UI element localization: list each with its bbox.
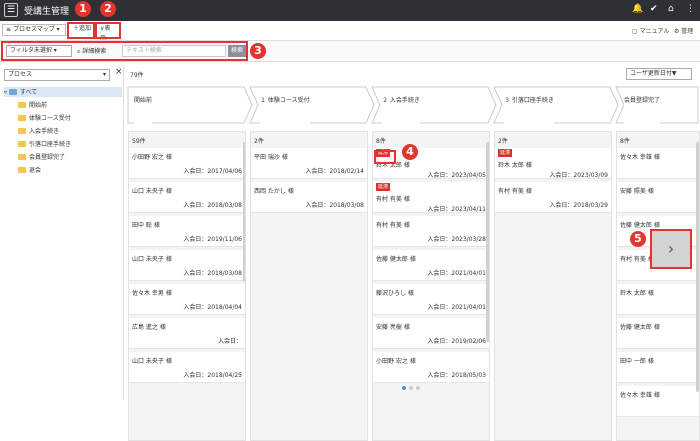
tree-item[interactable]: 開始前 — [18, 100, 47, 109]
student-card[interactable]: 藤沢ひろし 様入会日：2021/04/01 — [373, 284, 489, 315]
tree-item[interactable]: 入会手続き — [18, 126, 59, 135]
highlight-filter — [1, 41, 248, 61]
overdue-badge: 延滞 — [376, 183, 391, 191]
column-count: 8件 — [376, 138, 386, 145]
student-card[interactable]: 田中 一郎 様 — [617, 352, 699, 383]
student-card[interactable]: 小田野 宏之 様入会日：2018/05/03 — [373, 352, 489, 383]
student-card[interactable]: 安藤 照美 様 — [617, 182, 699, 213]
manual-link[interactable]: ▢ マニュアル — [632, 26, 669, 35]
highlight-add — [67, 22, 95, 39]
tree-item-all[interactable]: ▿ すべて — [4, 87, 122, 97]
process-select[interactable]: プロセス ▾ — [4, 69, 110, 81]
student-card[interactable]: 佐藤 健太郎 様入会日：2021/04/01 — [373, 250, 489, 281]
student-card[interactable]: 田中 聡 様入会日：2019/11/06 — [129, 216, 245, 247]
student-card[interactable]: 有村 有美 様入会日：2018/03/29 — [495, 182, 611, 213]
student-card[interactable]: 平田 瑞沙 様入会日：2018/02/14 — [251, 148, 367, 179]
folder-icon — [18, 102, 26, 108]
stage-label: 開始前 — [134, 95, 153, 135]
callout-5: 5 — [630, 231, 646, 247]
scrollbar[interactable] — [696, 142, 699, 392]
highlight-overdue — [374, 150, 396, 164]
kanban-column: 8件 佐々木 幸雄 様 安藤 照美 様 佐藤 健太郎 様 有村 有美 様 鈴木 … — [616, 131, 700, 441]
process-map-icon: ≡ — [6, 26, 13, 33]
check-icon[interactable]: ✔ — [650, 4, 658, 14]
callout-2: 2 — [100, 1, 116, 17]
tree-item[interactable]: 引落口座手続き — [18, 139, 71, 148]
kanban-board: 79件 ユーザ更新日付▼ 開始前 １ 体験コース受付 ２ 入会手続き ３ 引落口… — [126, 65, 700, 441]
student-card[interactable]: 広島 進之 様入会日： — [129, 318, 245, 349]
folder-icon — [8, 89, 17, 95]
column-count: 59件 — [132, 138, 146, 145]
student-card[interactable]: 延滞 有村 有美 様入会日：2023/04/11 — [373, 182, 489, 213]
tree-item[interactable]: 体験コース受付 — [18, 113, 71, 122]
kanban-column: 2件 延滞 鈴木 太郎 様入会日：2023/03/09 有村 有美 様入会日：20… — [494, 131, 612, 441]
overdue-badge: 延滞 — [498, 149, 513, 157]
chevron-down-icon: ▾ — [102, 71, 106, 78]
student-card[interactable]: 西岡 たかし 様入会日：2018/03/08 — [251, 182, 367, 213]
callout-1: 1 — [75, 1, 91, 17]
hamburger-menu-icon[interactable]: ☰ — [4, 3, 18, 17]
highlight-display — [95, 22, 121, 39]
folder-icon — [18, 128, 26, 134]
folder-icon — [18, 141, 26, 147]
process-map-select[interactable]: ≡ プロセスマップ ▾ — [2, 24, 66, 36]
kanban-column: 8件 延滞 鈴木 太郎 様入会日：2023/04/05 延滞 有村 有美 様入会日：… — [372, 131, 490, 441]
process-sidebar: プロセス ▾ × ▿ すべて 開始前 体験コース受付 入会手続き 引落口座手続き … — [0, 65, 124, 400]
student-card[interactable]: 佐々木 幸雄 様 — [617, 386, 699, 417]
folder-icon — [18, 115, 26, 121]
page-title: 受講生管理 — [24, 7, 70, 17]
chevron-right-icon: › — [667, 239, 675, 258]
page-dot[interactable] — [416, 386, 420, 390]
total-count: 79件 — [130, 72, 144, 79]
stage-label: ２ 入会手続き — [382, 95, 420, 135]
tree-item[interactable]: 退会 — [18, 165, 41, 174]
tree-item[interactable]: 会員登録完了 — [18, 152, 65, 161]
student-card[interactable]: 安藤 亮樹 様入会日：2019/02/06 — [373, 318, 489, 349]
student-card[interactable]: 延滞 鈴木 太郎 様入会日：2023/03/09 — [495, 148, 611, 179]
page-dot[interactable] — [409, 386, 413, 390]
student-card[interactable]: 小田野 宏之 様入会日：2017/04/06 — [129, 148, 245, 179]
folder-icon — [18, 154, 26, 160]
folder-icon — [18, 167, 26, 173]
stage-label: 会員登録完了 — [624, 95, 661, 135]
column-count: 2件 — [498, 138, 508, 145]
student-card[interactable]: 佐々木 幸男 様入会日：2018/04/04 — [129, 284, 245, 315]
scrollbar[interactable] — [243, 142, 245, 282]
student-card[interactable]: 鈴木 太郎 様 — [617, 284, 699, 315]
admin-link[interactable]: ⚙ 管理 — [674, 26, 693, 35]
home-icon[interactable]: ⌂ — [668, 4, 674, 14]
more-icon[interactable]: ⋮ — [686, 4, 695, 14]
stage-label: ３ 引落口座手続き — [504, 95, 554, 135]
column-count: 8件 — [620, 138, 630, 145]
student-card[interactable]: 佐藤 健太郎 様 — [617, 318, 699, 349]
bell-icon[interactable]: 🔔 — [632, 4, 643, 14]
stage-label: １ 体験コース受付 — [260, 95, 310, 135]
student-card[interactable]: 有村 有美 様入会日：2023/03/28 — [373, 216, 489, 247]
student-card[interactable]: 山口 未央子 様入会日：2018/03/08 — [129, 182, 245, 213]
page-dot[interactable] — [402, 386, 406, 390]
scrollbar[interactable] — [486, 142, 489, 342]
kanban-column: 59件 小田野 宏之 様入会日：2017/04/06 山口 未央子 様入会日：2… — [128, 131, 246, 441]
student-card[interactable]: 佐々木 幸雄 様 — [617, 148, 699, 179]
kanban-column: 2件 平田 瑞沙 様入会日：2018/02/14 西岡 たかし 様入会日：201… — [250, 131, 368, 441]
pagination-dots — [402, 384, 423, 392]
sort-select[interactable]: ユーザ更新日付▼ — [626, 68, 692, 80]
close-icon[interactable]: × — [115, 67, 123, 77]
callout-4: 4 — [402, 144, 418, 160]
column-count: 2件 — [254, 138, 264, 145]
next-columns-button[interactable]: › — [650, 229, 692, 269]
callout-3: 3 — [250, 43, 266, 59]
student-card[interactable]: 山口 未央子 様入会日：2018/04/25 — [129, 352, 245, 383]
student-card[interactable]: 山口 未央子 様入会日：2018/03/08 — [129, 250, 245, 281]
